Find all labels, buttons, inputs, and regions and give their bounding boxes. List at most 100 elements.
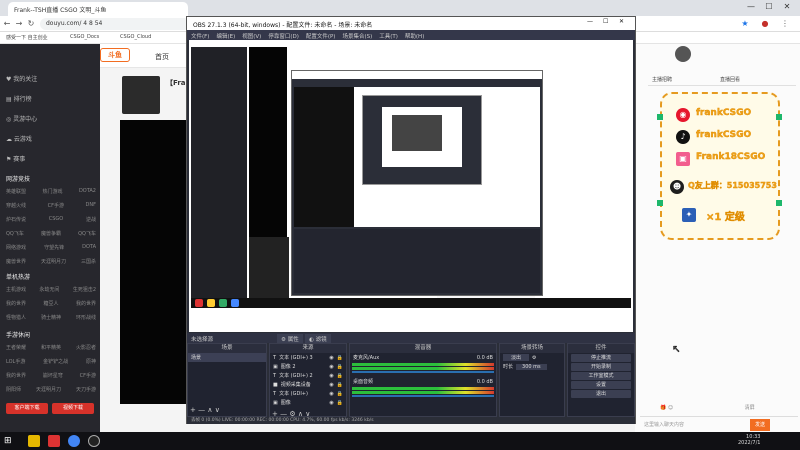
obs-icon[interactable] — [88, 435, 100, 447]
forward-icon[interactable]: → — [14, 19, 24, 29]
down-icon[interactable]: ∨ — [215, 406, 220, 414]
scene-item[interactable]: 场景 — [188, 353, 266, 362]
category-link[interactable]: LOL手游 — [6, 358, 25, 365]
recruit-link[interactable]: 主播招聘 — [652, 76, 672, 83]
gift-icon[interactable]: 🎁 — [660, 405, 666, 411]
category-link[interactable]: QQ飞车 — [6, 230, 24, 237]
minimize-icon[interactable]: — — [587, 18, 593, 25]
source-item[interactable]: T 文本 (GDI+) ◉ 🔒 — [270, 389, 346, 398]
bookmark-item[interactable]: CSGO_Docs — [70, 34, 99, 40]
start-recording-button[interactable]: 开始录制 — [571, 363, 631, 371]
chat-input[interactable]: 这里输入聊天内容 — [640, 416, 798, 430]
address-bar[interactable]: douyu.com/ 4 8 54 — [40, 18, 190, 30]
bookmark-item[interactable]: CSGO_Cloud — [120, 34, 151, 40]
category-link[interactable]: 环形战线 — [76, 314, 96, 321]
transition-select[interactable]: 淡出 ⚙ — [500, 353, 564, 362]
windows-start-icon[interactable]: ⊞ — [4, 436, 14, 446]
studio-mode-button[interactable]: 工作室模式 — [571, 372, 631, 380]
category-link[interactable]: 我的世界 — [6, 300, 26, 307]
sidebar-item-center[interactable]: ◎ 灵游中心 — [6, 114, 37, 123]
source-item[interactable]: ▣ 图像 2 ◉ 🔒 — [270, 362, 346, 371]
duration-input[interactable]: 300 ms — [516, 363, 547, 370]
category-link[interactable]: 金铲铲之战 — [43, 358, 68, 365]
client-download-button[interactable]: 客户端下载 — [6, 403, 48, 414]
category-link[interactable]: 阴阳师 — [6, 386, 21, 393]
send-button[interactable]: 发送 — [750, 419, 770, 431]
replay-link[interactable]: 直播回看 — [720, 76, 740, 83]
back-icon[interactable]: ← — [2, 19, 12, 29]
category-link[interactable]: CF手游 — [80, 372, 96, 379]
category-link[interactable]: 魔兽世界 — [6, 258, 26, 265]
stop-streaming-button[interactable]: 停止推流 — [571, 354, 631, 362]
category-link[interactable]: 崩坏星穹 — [43, 372, 63, 379]
category-link[interactable]: 逆战 — [86, 216, 96, 223]
user-avatar[interactable] — [675, 46, 691, 62]
source-item[interactable]: T 文本 (GDI+) 2 ◉ 🔒 — [270, 371, 346, 380]
star-icon[interactable]: ★ — [740, 19, 750, 29]
category-link[interactable]: 王者荣耀 — [6, 344, 26, 351]
douyu-logo[interactable]: 斗鱼 — [100, 48, 130, 62]
category-link[interactable]: 英雄联盟 — [6, 188, 26, 195]
category-link[interactable]: CSGO — [49, 216, 63, 223]
category-link[interactable]: 天涯明月刀 — [36, 386, 61, 393]
chrome-icon[interactable] — [68, 435, 80, 447]
add-icon[interactable]: + — [190, 406, 196, 414]
video-player[interactable] — [120, 120, 186, 404]
clear-screen[interactable]: 清屏 — [745, 405, 755, 411]
category-link[interactable]: QQ飞车 — [78, 230, 96, 237]
category-link[interactable]: 怪物猎人 — [6, 314, 26, 321]
category-link[interactable]: 天刀手游 — [76, 386, 96, 393]
exit-button[interactable]: 退出 — [571, 390, 631, 398]
category-link[interactable]: 魔兽争霸 — [41, 230, 61, 237]
category-link[interactable]: 天涯明月刀 — [41, 258, 66, 265]
category-link[interactable]: 炉石传说 — [6, 216, 26, 223]
category-link[interactable]: DOTA — [82, 244, 96, 251]
maximize-icon[interactable]: ☐ — [603, 18, 608, 25]
remove-icon[interactable]: — — [198, 406, 205, 414]
up-icon[interactable]: ∧ — [207, 406, 212, 414]
category-link[interactable]: 三国杀 — [81, 258, 96, 265]
category-link[interactable]: 永劫无间 — [39, 286, 59, 293]
sidebar-item-events[interactable]: ⚑ 赛事 — [6, 154, 25, 163]
browser-tab[interactable]: Frank--TSH直播 CSGO 文明_斗鱼 — [8, 2, 188, 16]
close-icon[interactable]: ✕ — [780, 2, 794, 14]
category-link[interactable]: 生死狙击2 — [73, 286, 96, 293]
category-link[interactable]: 我的世界 — [76, 300, 96, 307]
category-link[interactable]: 主机游戏 — [6, 286, 26, 293]
sidebar-item-cloud[interactable]: ☁ 云游戏 — [6, 134, 32, 143]
category-link[interactable]: DOTA2 — [79, 188, 96, 195]
nav-home[interactable]: 首页 — [155, 52, 169, 62]
category-link[interactable]: DNF — [86, 202, 96, 209]
app-icon[interactable] — [48, 435, 60, 447]
category-link[interactable]: 热门游戏 — [42, 188, 62, 195]
category-link[interactable]: 火影忍者 — [76, 344, 96, 351]
category-link[interactable]: 守望先锋 — [44, 244, 64, 251]
source-item[interactable]: ▣ 图像 ◉ 🔒 — [270, 398, 346, 407]
volume-slider[interactable] — [352, 395, 494, 397]
category-link[interactable]: 糖豆人 — [43, 300, 58, 307]
streamer-avatar[interactable] — [122, 76, 160, 114]
category-link[interactable]: 骑士精神 — [41, 314, 61, 321]
video-download-button[interactable]: 视频下载 — [52, 403, 94, 414]
category-link[interactable]: 穿越火线 — [6, 202, 26, 209]
extension-icon[interactable]: ● — [760, 19, 770, 29]
sidebar-item-follow[interactable]: ♥ 我的关注 — [6, 74, 37, 83]
settings-button[interactable]: 设置 — [571, 381, 631, 389]
bookmark-item[interactable]: 感受一下 自主创业 — [6, 34, 48, 41]
sidebar-item-rank[interactable]: ▤ 排行榜 — [6, 94, 32, 103]
category-link[interactable]: 网络游戏 — [6, 244, 26, 251]
source-item[interactable]: T 文本 (GDI+) 3 ◉ 🔒 — [270, 353, 346, 362]
source-item[interactable]: ■ 视频采集设备 ◉ 🔒 — [270, 380, 346, 389]
category-link[interactable]: 原神 — [86, 358, 96, 365]
maximize-icon[interactable]: ☐ — [762, 2, 776, 14]
close-icon[interactable]: ✕ — [619, 18, 624, 25]
volume-slider[interactable] — [352, 371, 494, 373]
category-link[interactable]: 我的世界 — [6, 372, 26, 379]
menu-icon[interactable]: ⋮ — [780, 19, 790, 29]
category-link[interactable]: 和平精英 — [41, 344, 61, 351]
emoji-icon[interactable]: ☺ — [668, 405, 673, 411]
category-link[interactable]: CF手游 — [48, 202, 64, 209]
explorer-icon[interactable] — [28, 435, 40, 447]
minimize-icon[interactable]: — — [744, 2, 758, 14]
reload-icon[interactable]: ↻ — [26, 19, 36, 29]
